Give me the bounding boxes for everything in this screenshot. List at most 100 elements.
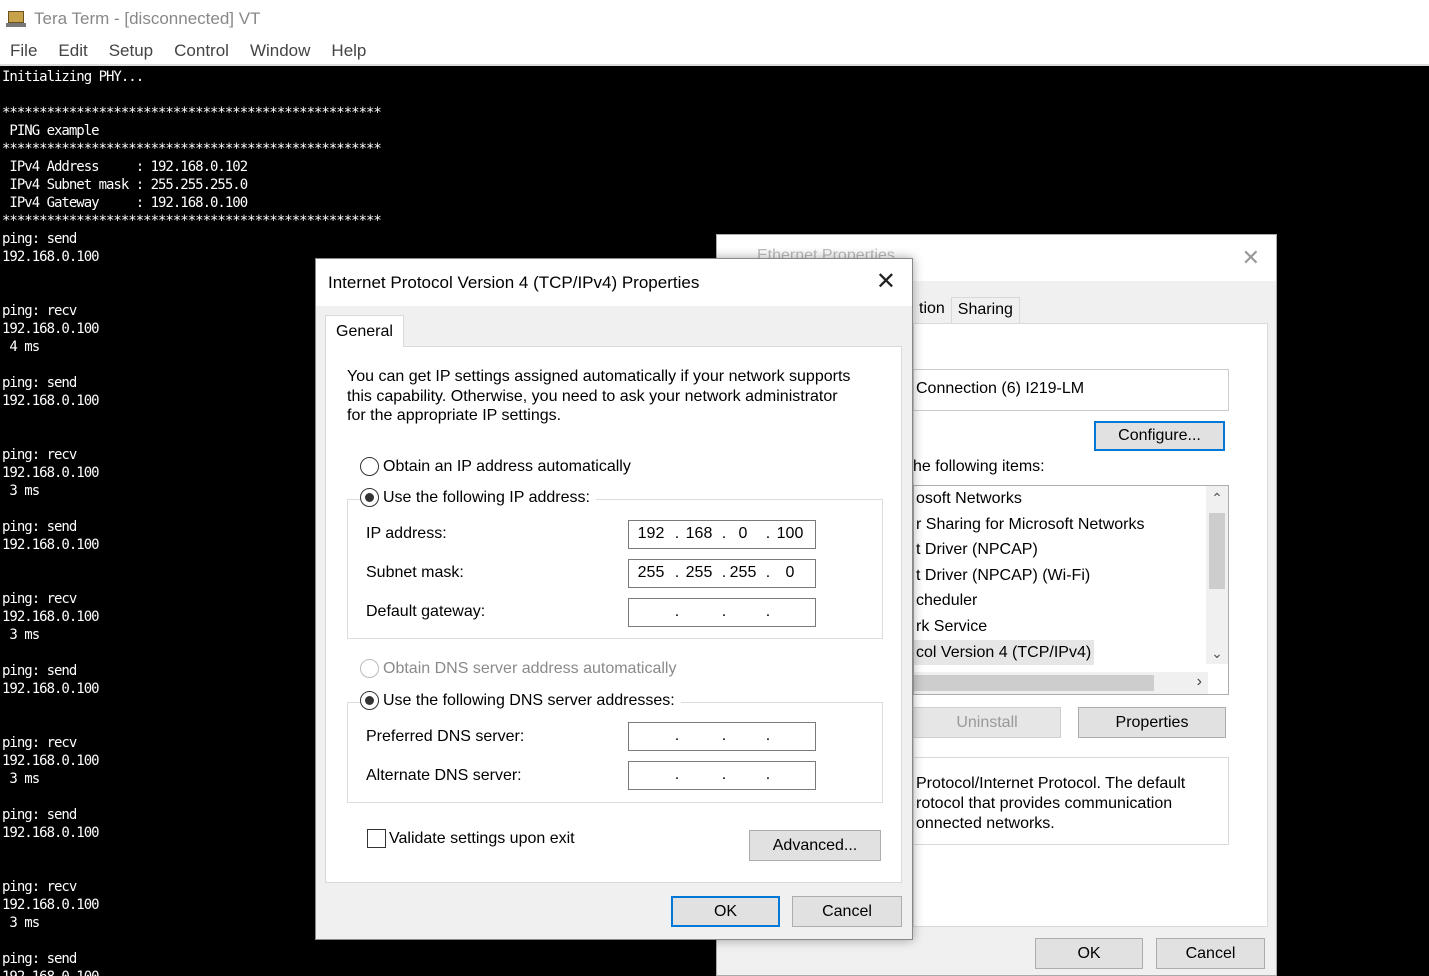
properties-button[interactable]: Properties bbox=[1078, 707, 1226, 738]
chevron-down-icon[interactable]: ⌄ bbox=[1206, 645, 1228, 662]
subnet-mask-input[interactable]: 255 . 255 . 255 . 0 bbox=[628, 559, 816, 588]
ok-button[interactable]: OK bbox=[1035, 938, 1143, 969]
ip-dot: . bbox=[674, 564, 680, 581]
terminal-line: IPv4 Address : 192.168.0.102 bbox=[2, 159, 248, 175]
connect-using-adapter: Connection (6) I219-LM bbox=[913, 369, 1229, 411]
menu-edit[interactable]: Edit bbox=[58, 41, 87, 61]
teraterm-app-icon bbox=[6, 10, 26, 28]
horizontal-scrollbar[interactable]: › bbox=[914, 672, 1208, 694]
ip-octet: 0 bbox=[738, 525, 748, 542]
ip-address-input[interactable]: 192 . 168 . 0 . 100 bbox=[628, 520, 816, 549]
vertical-scrollbar[interactable]: ⌃ ⌄ bbox=[1206, 486, 1228, 664]
description-line: onnected networks. bbox=[916, 815, 1055, 832]
description-line: Protocol/Internet Protocol. The default bbox=[916, 775, 1186, 792]
ip-octet: 168 bbox=[685, 525, 713, 542]
uninstall-button[interactable]: Uninstall bbox=[913, 707, 1061, 738]
menu-file[interactable]: File bbox=[10, 41, 37, 61]
list-item[interactable]: osoft Networks bbox=[914, 486, 1228, 512]
list-item[interactable]: t Driver (NPCAP) (Wi-Fi) bbox=[914, 563, 1228, 589]
preferred-dns-input[interactable]: . . . bbox=[628, 722, 816, 751]
tab-networking[interactable]: tion bbox=[913, 297, 951, 323]
default-gateway-label: Default gateway: bbox=[366, 603, 486, 620]
description-box: Protocol/Internet Protocol. The default … bbox=[913, 757, 1229, 845]
terminal-line: Initializing PHY... bbox=[2, 69, 144, 85]
ip-octet: 255 bbox=[637, 564, 665, 581]
obtain-ip-auto-option[interactable]: Obtain an IP address automatically bbox=[360, 457, 631, 476]
intro-line: You can get IP settings assigned automat… bbox=[347, 368, 851, 385]
menu-bar: File Edit Setup Control Window Help bbox=[0, 38, 1429, 66]
window-title: Tera Term - [disconnected] VT bbox=[34, 9, 261, 28]
terminal-line: ****************************************… bbox=[2, 141, 382, 157]
ip-octet: 0 bbox=[785, 564, 795, 581]
configure-button[interactable]: Configure... bbox=[1094, 421, 1225, 451]
ipv4-dialog-title: Internet Protocol Version 4 (TCP/IPv4) P… bbox=[328, 273, 700, 292]
ipv4-properties-dialog: Internet Protocol Version 4 (TCP/IPv4) P… bbox=[315, 258, 913, 940]
obtain-ip-auto-label: Obtain an IP address automatically bbox=[383, 457, 631, 475]
ethernet-tabs: tion Sharing bbox=[913, 297, 1020, 323]
general-tab-panel: You can get IP settings assigned automat… bbox=[325, 346, 902, 883]
ip-dot: . bbox=[721, 603, 727, 620]
close-icon[interactable]: ✕ bbox=[876, 267, 896, 296]
items-label: he following items: bbox=[913, 458, 1045, 475]
menu-control[interactable]: Control bbox=[174, 41, 229, 61]
obtain-ip-auto-radio[interactable] bbox=[360, 457, 379, 476]
ip-dot: . bbox=[674, 603, 680, 620]
list-item[interactable]: r Sharing for Microsoft Networks bbox=[914, 512, 1228, 538]
ip-octet: 255 bbox=[685, 564, 713, 581]
ok-button[interactable]: OK bbox=[671, 896, 780, 927]
menu-help[interactable]: Help bbox=[331, 41, 366, 61]
obtain-dns-auto-option[interactable]: Obtain DNS server address automatically bbox=[360, 659, 676, 678]
obtain-dns-auto-label: Obtain DNS server address automatically bbox=[383, 659, 677, 677]
cancel-button[interactable]: Cancel bbox=[792, 896, 902, 927]
subnet-mask-label: Subnet mask: bbox=[366, 564, 464, 581]
default-gateway-input[interactable]: . . . bbox=[628, 598, 816, 627]
ip-octet: 255 bbox=[729, 564, 757, 581]
list-item-selected[interactable]: col Version 4 (TCP/IPv4) bbox=[914, 639, 1094, 666]
ip-dot: . bbox=[765, 525, 771, 542]
chevron-up-icon[interactable]: ⌃ bbox=[1206, 490, 1228, 507]
tab-sharing[interactable]: Sharing bbox=[950, 297, 1020, 323]
use-following-dns-radio[interactable] bbox=[360, 691, 379, 710]
menu-setup[interactable]: Setup bbox=[109, 41, 153, 61]
ip-dot: . bbox=[721, 727, 727, 744]
ip-address-label: IP address: bbox=[366, 525, 447, 542]
validate-checkbox[interactable] bbox=[367, 829, 386, 848]
cancel-button[interactable]: Cancel bbox=[1156, 938, 1265, 969]
ip-dot: . bbox=[721, 766, 727, 783]
use-following-ip-option[interactable]: Use the following IP address: bbox=[360, 488, 596, 507]
validate-label: Validate settings upon exit bbox=[389, 829, 575, 847]
list-item[interactable]: cheduler bbox=[914, 588, 1228, 614]
ipv4-titlebar[interactable]: Internet Protocol Version 4 (TCP/IPv4) P… bbox=[316, 259, 912, 306]
intro-text: You can get IP settings assigned automat… bbox=[347, 367, 877, 426]
terminal-line: ****************************************… bbox=[2, 105, 382, 121]
close-icon[interactable]: ✕ bbox=[1242, 245, 1260, 271]
scrollbar-thumb[interactable] bbox=[1209, 513, 1225, 589]
terminal-line: PING example bbox=[2, 123, 99, 139]
ip-dot: . bbox=[765, 564, 771, 581]
chevron-right-icon[interactable]: › bbox=[1197, 673, 1202, 691]
terminal-line: IPv4 Subnet mask : 255.255.255.0 bbox=[2, 177, 248, 193]
alternate-dns-input[interactable]: . . . bbox=[628, 761, 816, 790]
alternate-dns-label: Alternate DNS server: bbox=[366, 767, 522, 784]
scrollbar-thumb[interactable] bbox=[914, 675, 1154, 691]
tab-general[interactable]: General bbox=[325, 315, 404, 347]
list-item[interactable]: t Driver (NPCAP) bbox=[914, 537, 1228, 563]
ip-dot: . bbox=[674, 525, 680, 542]
ip-dot: . bbox=[765, 766, 771, 783]
components-list[interactable]: osoft Networks r Sharing for Microsoft N… bbox=[913, 485, 1229, 695]
validate-option[interactable]: Validate settings upon exit bbox=[367, 829, 575, 848]
use-following-ip-radio[interactable] bbox=[360, 488, 379, 507]
teraterm-titlebar[interactable]: Tera Term - [disconnected] VT bbox=[0, 0, 1429, 38]
terminal-line: ****************************************… bbox=[2, 213, 382, 229]
menu-window[interactable]: Window bbox=[250, 41, 310, 61]
list-item[interactable]: rk Service bbox=[914, 614, 1228, 640]
use-following-dns-label: Use the following DNS server addresses: bbox=[383, 691, 675, 709]
use-following-dns-option[interactable]: Use the following DNS server addresses: bbox=[360, 691, 681, 710]
preferred-dns-label: Preferred DNS server: bbox=[366, 728, 525, 745]
obtain-dns-auto-radio[interactable] bbox=[360, 659, 379, 678]
ip-dot: . bbox=[674, 727, 680, 744]
advanced-button[interactable]: Advanced... bbox=[749, 830, 881, 861]
ip-dot: . bbox=[765, 603, 771, 620]
ip-dot: . bbox=[765, 727, 771, 744]
